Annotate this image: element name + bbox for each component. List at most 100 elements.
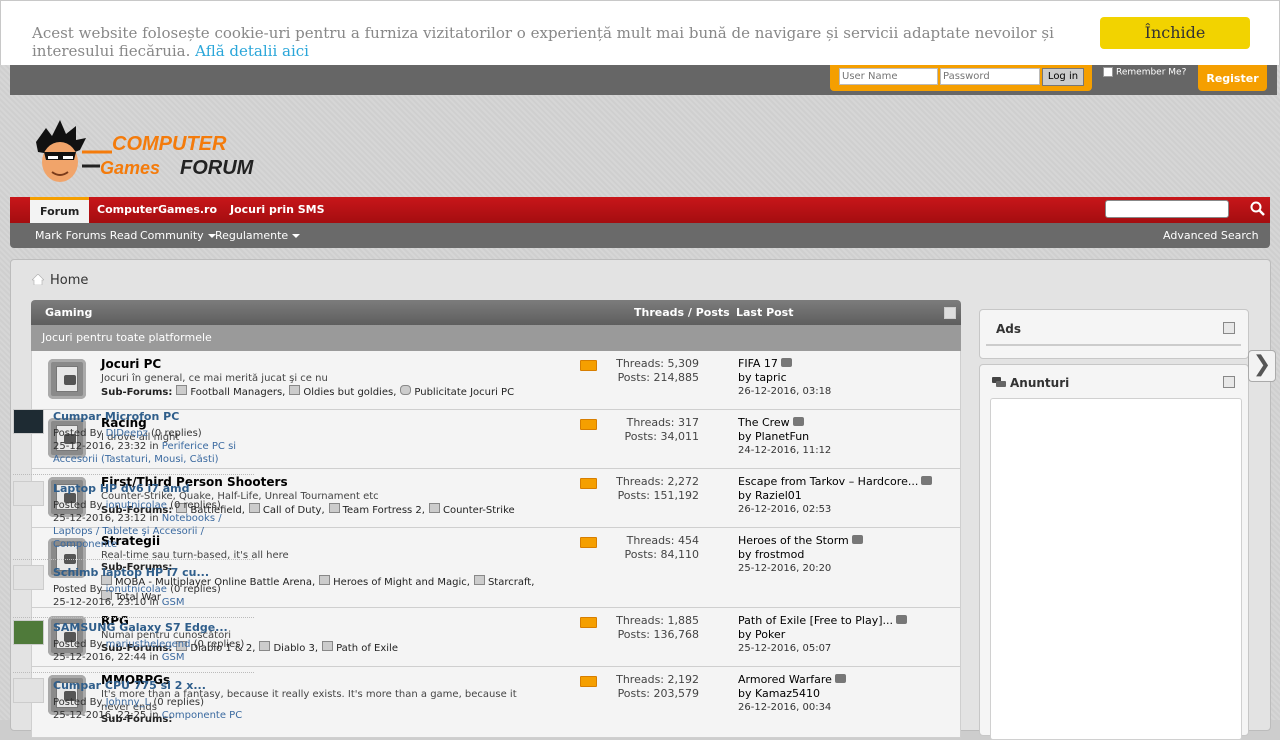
announcements-block: Anunturi — [979, 364, 1249, 740]
subforum-link[interactable]: Call of Duty — [263, 505, 322, 516]
community-menu[interactable]: Community — [140, 229, 216, 242]
announcement-user[interactable]: Johnny_L — [106, 697, 151, 708]
subforum-link[interactable]: Starcraft — [488, 577, 531, 588]
subforum-link[interactable]: Diablo 3 — [273, 643, 314, 654]
announcement-user[interactable]: ionutnicolae — [106, 584, 167, 595]
subforum-link[interactable]: Publicitate Jocuri PC — [414, 387, 514, 398]
advanced-search-link[interactable]: Advanced Search — [1163, 229, 1259, 242]
collapse-icon[interactable] — [1223, 322, 1235, 334]
tab-computergames[interactable]: ComputerGames.ro — [97, 197, 217, 223]
subforum-link[interactable]: Counter-Strike — [443, 505, 515, 516]
link-icon — [400, 385, 412, 395]
register-button[interactable]: Register — [1198, 64, 1267, 91]
announcement-category[interactable]: GSM — [162, 597, 185, 608]
ads-title: Ads — [996, 322, 1022, 336]
last-post-date: 26-12-2016, 02:53 — [738, 504, 832, 515]
remember-checkbox[interactable] — [1103, 67, 1113, 77]
chevron-right-icon[interactable]: ❯ — [1248, 350, 1276, 382]
go-to-post-icon[interactable] — [921, 476, 933, 485]
subforum-link[interactable]: Oldies but goldies — [303, 387, 393, 398]
svg-text:FORUM: FORUM — [180, 157, 255, 179]
announcements-list — [990, 398, 1242, 740]
subforum-link[interactable]: Team Fortress 2 — [343, 505, 422, 516]
cookie-learn-more-link[interactable]: Află detalii aici — [195, 42, 309, 60]
last-post-user[interactable]: PlanetFun — [755, 430, 809, 443]
announcement-item: Cumpar CPU 775 si 2 x... Posted By Johnn… — [13, 678, 254, 730]
announcement-user[interactable]: DJDeepz — [106, 428, 148, 439]
last-post: Escape from Tarkov – Hardcore... by Razie… — [738, 475, 958, 517]
go-to-post-icon[interactable] — [792, 417, 804, 426]
subforum-icon — [428, 503, 440, 513]
announcement-category[interactable]: GSM — [162, 652, 185, 663]
tab-jocuri-sms[interactable]: Jocuri prin SMS — [230, 197, 325, 223]
site-logo[interactable]: COMPUTER Games FORUM — [30, 118, 290, 188]
subforum-link[interactable]: Football Managers — [190, 387, 282, 398]
last-post-title[interactable]: Path of Exile [Free to Play]... — [738, 614, 893, 627]
breadcrumb: Home — [31, 273, 88, 288]
svg-text:COMPUTER: COMPUTER — [112, 133, 227, 155]
go-to-post-icon[interactable] — [834, 674, 846, 683]
last-post-user[interactable]: frostmod — [755, 548, 804, 561]
last-post-title[interactable]: Armored Warfare — [738, 673, 832, 686]
remember-label: Remember Me? — [1116, 67, 1187, 78]
go-to-post-icon[interactable] — [896, 615, 907, 624]
collapse-icon[interactable] — [1223, 376, 1235, 388]
search-icon[interactable] — [1250, 201, 1268, 219]
announcement-meta: Posted By ionutnicolae (0 replies) 25-12-… — [53, 500, 222, 550]
forum-stats: Threads: 317 Posts: 34,011 — [624, 416, 699, 443]
subforum-icon — [176, 385, 188, 395]
announcement-user[interactable]: ionutnicolae — [106, 500, 167, 511]
announcement-meta: Posted By ionutnicolae (0 replies) 25-12-… — [53, 584, 221, 608]
logo-wordmark: COMPUTER Games FORUM — [82, 133, 255, 179]
last-post-title[interactable]: Escape from Tarkov – Hardcore... — [738, 475, 918, 488]
threads-posts-header: Threads / Posts — [634, 306, 730, 319]
search-input[interactable] — [1105, 200, 1229, 218]
announcement-title[interactable]: Laptop HP dv6 i7 amd — [53, 482, 189, 495]
last-post-title[interactable]: Heroes of the Storm — [738, 534, 849, 547]
last-post-title[interactable]: The Crew — [738, 416, 790, 429]
community-label: Community — [140, 229, 204, 242]
announcement-title[interactable]: Cumpar CPU 775 si 2 x... — [53, 679, 206, 692]
last-post-user[interactable]: Poker — [755, 628, 785, 641]
announcement-title[interactable]: SAMSUNG Galaxy S7 Edge... — [53, 621, 228, 634]
password-input[interactable] — [940, 68, 1040, 85]
announcement-category[interactable]: Componente PC — [162, 710, 242, 721]
last-post-user[interactable]: tapric — [755, 371, 787, 384]
username-input[interactable] — [839, 68, 938, 85]
subforum-icon — [473, 575, 485, 585]
go-to-post-icon[interactable] — [851, 535, 863, 544]
collapse-icon[interactable] — [944, 307, 956, 319]
announcement-title[interactable]: Cumpar Microfon PC — [53, 410, 179, 423]
login-box: Log in — [830, 64, 1092, 91]
login-button[interactable]: Log in — [1042, 68, 1084, 86]
announcement-item: Cumpar Microfon PC Posted By DJDeepz (0 … — [13, 409, 254, 475]
subforum-link[interactable]: Heroes of Might and Magic — [333, 577, 467, 588]
announcement-title[interactable]: Schimb laptop HP i7 cu... — [53, 566, 209, 579]
subforum-icon — [289, 385, 301, 395]
announcement-thumbnail[interactable] — [13, 678, 44, 703]
announcement-thumbnail[interactable] — [13, 565, 44, 590]
cookie-close-button[interactable]: Închide — [1100, 17, 1250, 49]
last-post-user[interactable]: Kamaz5410 — [755, 687, 820, 700]
tab-forum[interactable]: Forum — [30, 197, 90, 223]
home-icon[interactable] — [31, 273, 45, 286]
forum-category-title[interactable]: Gaming — [45, 306, 92, 319]
regulamente-menu[interactable]: Regulamente — [215, 229, 301, 242]
announcement-thumbnail[interactable] — [13, 620, 44, 645]
subforum-link[interactable]: Path of Exile — [336, 643, 398, 654]
mark-forums-read-link[interactable]: Mark Forums Read — [35, 229, 137, 242]
chevron-down-icon — [292, 234, 301, 238]
forum-header: Gaming Threads / Posts Last Post — [31, 300, 961, 325]
announcement-thumbnail[interactable] — [13, 409, 44, 434]
forum-title[interactable]: Jocuri PC — [101, 357, 161, 371]
last-post-date: 26-12-2016, 00:34 — [738, 702, 832, 713]
remember-me[interactable]: Remember Me? — [1103, 67, 1186, 78]
announcement-thumbnail[interactable] — [13, 481, 44, 506]
last-post-header: Last Post — [736, 306, 794, 319]
breadcrumb-home[interactable]: Home — [50, 273, 88, 288]
last-post-user[interactable]: Raziel01 — [755, 489, 802, 502]
announcement-user[interactable]: mariusthelegend — [106, 639, 191, 650]
last-post: The Crew by PlanetFun 24-12-2016, 11:12 — [738, 416, 958, 458]
go-to-post-icon[interactable] — [780, 358, 792, 367]
last-post-title[interactable]: FIFA 17 — [738, 357, 778, 370]
